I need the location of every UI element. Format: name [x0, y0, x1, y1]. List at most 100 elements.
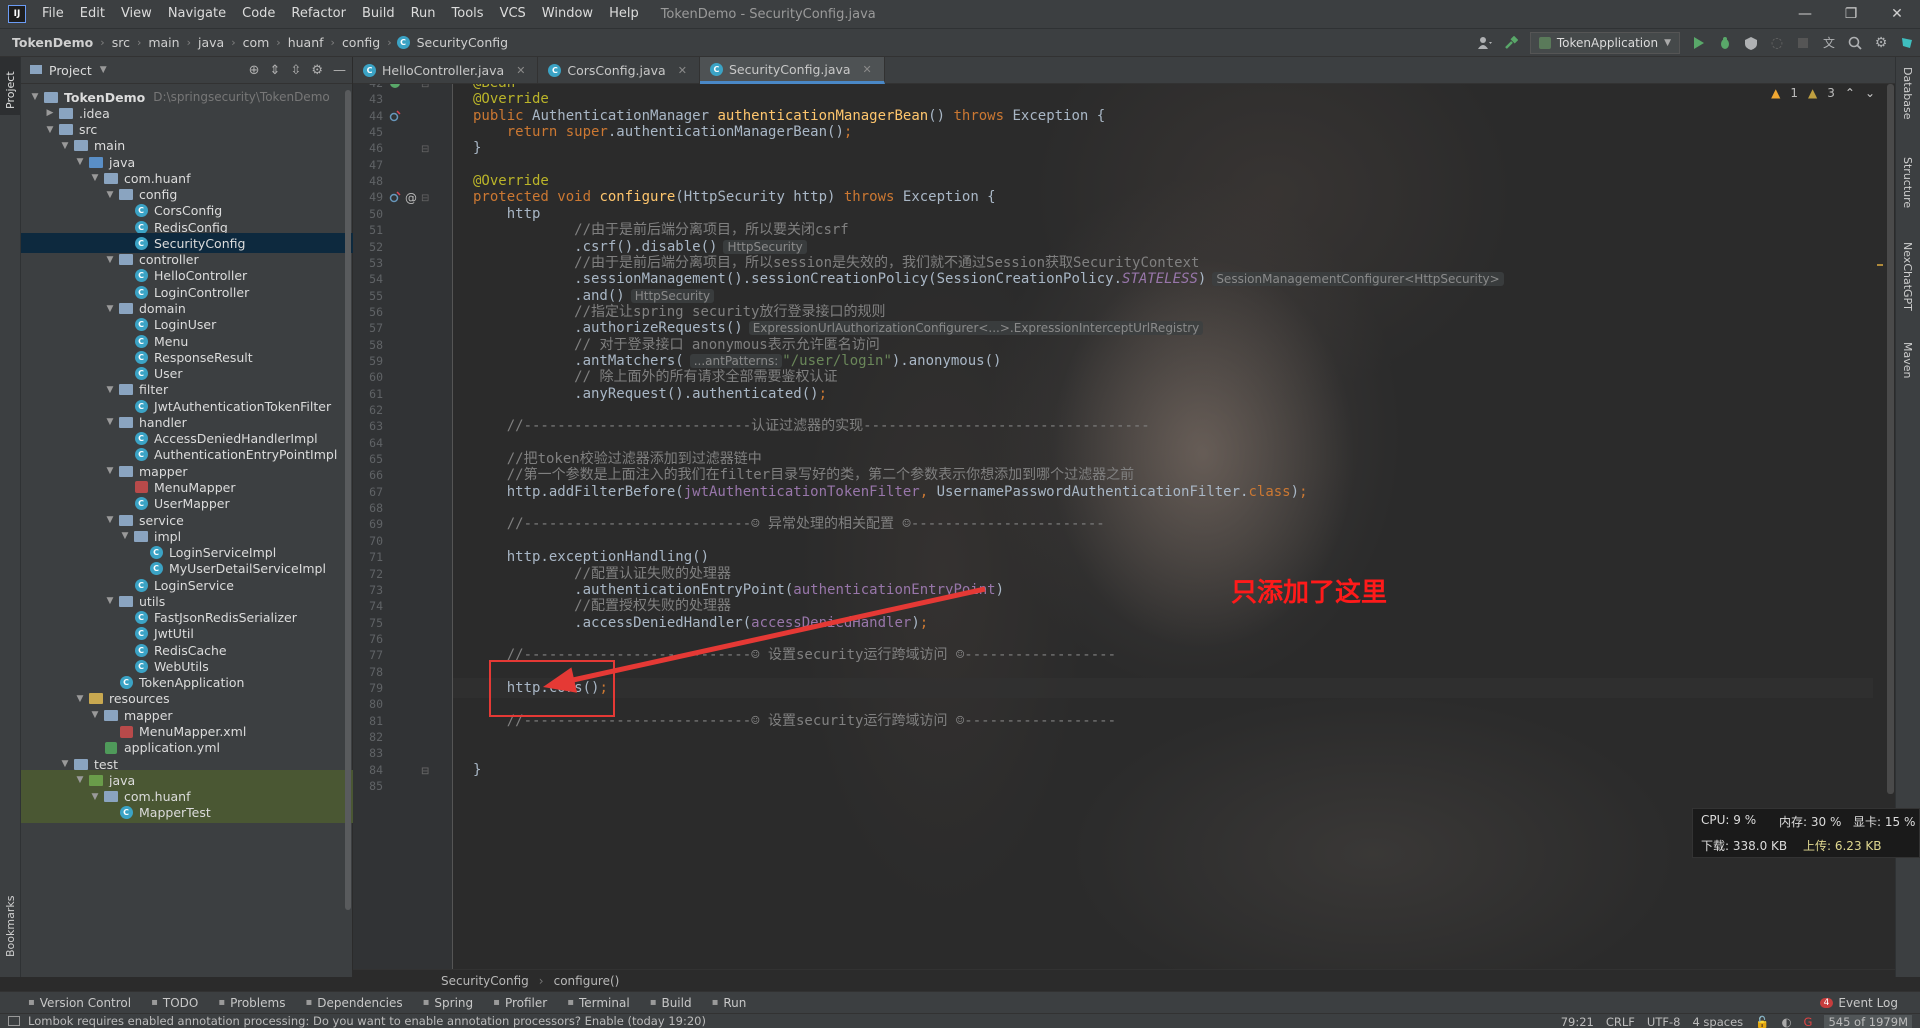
- caret-position[interactable]: 79:21: [1561, 1015, 1594, 1028]
- project-panel-title[interactable]: Project: [49, 63, 92, 78]
- event-log-button[interactable]: 4 Event Log: [1810, 996, 1908, 1010]
- search-icon[interactable]: [1842, 32, 1868, 54]
- expand-arrow-open-icon[interactable]: ▼: [119, 531, 131, 541]
- tool-window-problems[interactable]: ▪ Problems: [208, 996, 295, 1010]
- tool-window-build[interactable]: ▪ Build: [640, 996, 702, 1010]
- breadcrumb-item[interactable]: com: [241, 35, 272, 50]
- expand-arrow-open-icon[interactable]: ▼: [104, 385, 116, 395]
- at-icon[interactable]: @: [405, 191, 417, 205]
- code-line[interactable]: }: [473, 138, 481, 158]
- breadcrumb-class[interactable]: SecurityConfig: [441, 974, 529, 988]
- close-window-button[interactable]: ✕: [1874, 0, 1920, 28]
- google-icon[interactable]: G: [1804, 1015, 1813, 1028]
- expand-arrow-open-icon[interactable]: ▼: [59, 141, 71, 151]
- code-area[interactable]: @Bean@Overridepublic AuthenticationManag…: [473, 84, 1873, 969]
- override-icon[interactable]: [389, 191, 401, 206]
- close-tab-icon[interactable]: ✕: [516, 64, 525, 77]
- expand-arrow-closed-icon[interactable]: ▶: [44, 108, 56, 118]
- breadcrumb-item[interactable]: huanf: [286, 35, 326, 50]
- error-stripe-mark[interactable]: [1877, 264, 1883, 266]
- stop-icon[interactable]: [1790, 32, 1816, 54]
- fold-icon[interactable]: ⊟: [421, 764, 429, 777]
- run-icon[interactable]: [1686, 32, 1712, 54]
- breadcrumb-item[interactable]: TokenDemo: [0, 35, 95, 50]
- menu-view[interactable]: View: [113, 0, 160, 28]
- expand-arrow-open-icon[interactable]: ▼: [104, 417, 116, 427]
- chevron-down-icon[interactable]: ▼: [100, 65, 107, 75]
- translate-icon[interactable]: 文: [1816, 32, 1842, 54]
- debug-icon[interactable]: [1712, 32, 1738, 54]
- plugin-logo-icon[interactable]: [1894, 32, 1920, 54]
- expand-arrow-open-icon[interactable]: ▼: [89, 792, 101, 802]
- memory-indicator[interactable]: 545 of 1979M: [1824, 1014, 1912, 1028]
- bookmarks-tool-label[interactable]: Bookmarks: [4, 896, 17, 957]
- expand-arrow-open-icon[interactable]: ▼: [104, 304, 116, 314]
- expand-arrow-open-icon[interactable]: ▼: [44, 125, 56, 135]
- tool-window-profiler[interactable]: ▪ Profiler: [483, 996, 557, 1010]
- database-tool-label[interactable]: Database: [1901, 67, 1914, 120]
- breadcrumb-method[interactable]: configure(): [554, 974, 620, 988]
- nexchatgpt-tool-label[interactable]: NexChatGPT: [1901, 242, 1914, 311]
- expand-arrow-open-icon[interactable]: ▼: [104, 515, 116, 525]
- build-hammer-icon[interactable]: [1498, 32, 1524, 54]
- code-line[interactable]: .accessDeniedHandler(accessDeniedHandler…: [473, 613, 928, 633]
- minimize-button[interactable]: —: [1782, 0, 1828, 28]
- code-line[interactable]: return super.authenticationManagerBean()…: [473, 122, 853, 142]
- menu-navigate[interactable]: Navigate: [160, 0, 234, 28]
- menu-window[interactable]: Window: [534, 0, 601, 28]
- inspection-widget[interactable]: ▲ 1 ▲ 3 ⌃ ⌄: [1771, 86, 1875, 100]
- expand-arrow-open-icon[interactable]: ▼: [74, 694, 86, 704]
- maven-tool-label[interactable]: Maven: [1901, 342, 1914, 378]
- menu-refactor[interactable]: Refactor: [283, 0, 354, 28]
- breadcrumb-item[interactable]: java: [196, 35, 226, 50]
- menu-edit[interactable]: Edit: [72, 0, 113, 28]
- bean-icon[interactable]: [389, 84, 401, 92]
- tool-window-terminal[interactable]: ▪ Terminal: [557, 996, 640, 1010]
- menu-help[interactable]: Help: [601, 0, 647, 28]
- previous-highlight-icon[interactable]: ⌃: [1845, 86, 1855, 100]
- tool-window-dependencies[interactable]: ▪ Dependencies: [295, 996, 412, 1010]
- breadcrumb-item[interactable]: main: [146, 35, 181, 50]
- lock-icon[interactable]: 🔓: [1755, 1015, 1769, 1028]
- tab-securityconfig[interactable]: C SecurityConfig.java ✕: [699, 57, 885, 84]
- project-scrollbar[interactable]: [345, 90, 351, 910]
- fold-icon[interactable]: ⊟: [421, 142, 429, 155]
- indent-setting[interactable]: 4 spaces: [1692, 1015, 1743, 1028]
- profile-icon[interactable]: ◌: [1764, 32, 1790, 54]
- expand-arrow-open-icon[interactable]: ▼: [29, 92, 41, 102]
- expand-all-icon[interactable]: ⇕: [270, 63, 281, 78]
- locate-icon[interactable]: ⊕: [249, 63, 260, 78]
- code-line[interactable]: protected void configure(HttpSecurity ht…: [473, 187, 996, 207]
- code-line[interactable]: }: [473, 760, 481, 780]
- run-configuration-select[interactable]: TokenApplication ▼: [1529, 31, 1680, 54]
- status-toggle-icon[interactable]: [8, 1016, 20, 1026]
- fold-icon[interactable]: ⊟: [421, 84, 429, 90]
- code-editor[interactable]: 4243444546474849505152535455565758596061…: [353, 84, 1895, 969]
- expand-arrow-open-icon[interactable]: ▼: [104, 596, 116, 606]
- user-icon[interactable]: [1472, 32, 1498, 54]
- file-encoding[interactable]: UTF-8: [1647, 1015, 1681, 1028]
- coverage-icon[interactable]: [1738, 32, 1764, 54]
- gear-icon[interactable]: ⚙: [311, 63, 323, 78]
- expand-arrow-open-icon[interactable]: ▼: [104, 466, 116, 476]
- close-tab-icon[interactable]: ✕: [863, 63, 872, 76]
- editor-scroll-thumb[interactable]: [1887, 84, 1894, 794]
- breadcrumb-item[interactable]: src: [110, 35, 132, 50]
- next-highlight-icon[interactable]: ⌄: [1865, 86, 1875, 100]
- menu-tools[interactable]: Tools: [444, 0, 492, 28]
- close-tab-icon[interactable]: ✕: [678, 64, 687, 77]
- tool-window-todo[interactable]: ▪ TODO: [141, 996, 208, 1010]
- expand-arrow-open-icon[interactable]: ▼: [89, 173, 101, 183]
- expand-arrow-open-icon[interactable]: ▼: [59, 759, 71, 769]
- collapse-all-icon[interactable]: ⇳: [290, 63, 301, 78]
- status-message[interactable]: Lombok requires enabled annotation proce…: [28, 1014, 706, 1028]
- expand-arrow-open-icon[interactable]: ▼: [89, 710, 101, 720]
- restore-button[interactable]: ❐: [1828, 0, 1874, 28]
- structure-tool-label[interactable]: Structure: [1901, 157, 1914, 208]
- power-save-icon[interactable]: ◐: [1781, 1015, 1791, 1028]
- menu-vcs[interactable]: VCS: [492, 0, 534, 28]
- hide-icon[interactable]: —: [333, 63, 346, 78]
- expand-arrow-open-icon[interactable]: ▼: [104, 255, 116, 265]
- settings-icon[interactable]: ⚙: [1868, 32, 1894, 54]
- expand-arrow-open-icon[interactable]: ▼: [74, 775, 86, 785]
